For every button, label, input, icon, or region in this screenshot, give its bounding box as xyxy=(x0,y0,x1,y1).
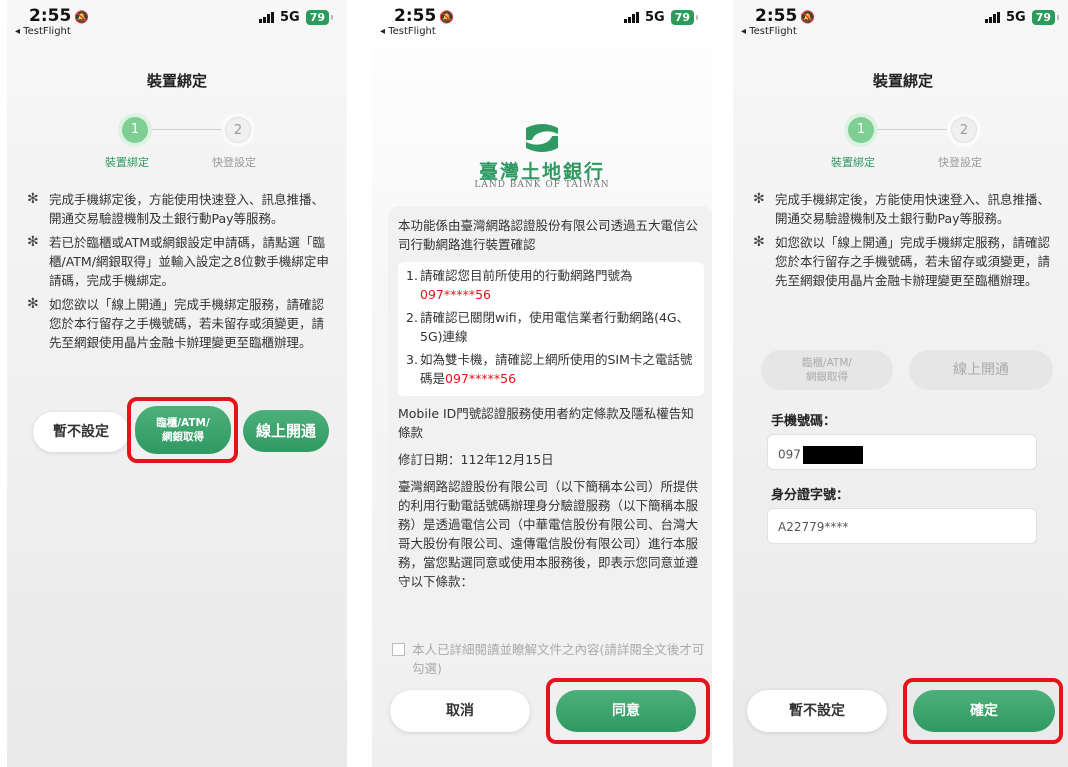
step-1-indicator: 1 xyxy=(848,117,874,143)
bank-name-en: LAND BANK OF TAIWAN xyxy=(474,180,610,190)
silent-icon: 🔕 xyxy=(74,10,90,24)
screen-device-binding: 2:55 🔕 ◂ TestFlight 5G 79 裝置綁定 1 2 裝置綁定 快… xyxy=(7,0,347,767)
battery-icon: 79 xyxy=(670,10,699,25)
status-bar: 2:55 🔕 ◂ TestFlight 5G 79 xyxy=(372,0,712,42)
back-to-testflight-link[interactable]: ◂ TestFlight xyxy=(741,26,797,37)
terms-title: Mobile ID門號認證服務使用者約定條款及隱私權告知條款 xyxy=(398,406,694,440)
skip-button[interactable]: 暫不設定 xyxy=(33,412,129,452)
highlight-box xyxy=(127,397,238,463)
status-time: 2:55 xyxy=(755,6,798,26)
battery-icon: 79 xyxy=(305,10,334,25)
step-1-label: 裝置綁定 xyxy=(831,156,875,169)
silent-icon: 🔕 xyxy=(439,10,455,24)
signal-icon xyxy=(258,12,274,23)
counter-atm-toggle[interactable]: 臨櫃/ATM/ 網銀取得 xyxy=(761,350,893,390)
asterisk-icon: ✻ xyxy=(753,234,765,250)
note-item: ✻ 若已於臨櫃或ATM或網銀設定申請碼，請點選「臨櫃/ATM/網銀取得」並輸入設定… xyxy=(27,234,329,288)
skip-button[interactable]: 暫不設定 xyxy=(747,690,887,732)
note-item: ✻ 如您欲以「線上開通」完成手機綁定服務，請確認您於本行留存之手機號碼，若未留存或… xyxy=(753,234,1051,288)
step-1-label: 裝置綁定 xyxy=(105,156,149,169)
network-label: 5G xyxy=(644,10,665,25)
status-bar: 2:55 🔕 ◂ TestFlight 5G 79 xyxy=(733,0,1068,42)
revised-date: 修訂日期：112年12月15日 xyxy=(398,452,554,467)
check-item: 3. 如為雙卡機，請確認上網所使用的SIM卡之電話號碼是097*****56 xyxy=(406,352,693,386)
signal-icon xyxy=(984,12,1000,23)
agree-checkbox-row[interactable]: 本人已詳細閱讀並瞭解文件之內容(請詳閱全文後才可勾選) xyxy=(392,640,712,678)
online-activation-toggle[interactable]: 線上開通 xyxy=(909,350,1053,390)
notes-list: ✻ 完成手機綁定後，方能使用快速登入、訊息推播、開通交易驗證機制及土銀行動Pay等… xyxy=(751,190,1059,295)
silent-icon: 🔕 xyxy=(800,10,816,24)
id-label: 身分證字號： xyxy=(771,488,850,503)
stepper: 1 2 裝置綁定 快登設定 xyxy=(733,114,1068,174)
check-item: 2. 請確認已關閉wifi，使用電信業者行動網路(4G、5G)連線 xyxy=(406,310,690,344)
confirmation-checklist: 1. 請確認您目前所使用的行動網路門號為 097*****56 2. 請確認已關閉wi… xyxy=(398,262,704,396)
screen-terms: 2:55 🔕 ◂ TestFlight 5G 79 臺灣土地銀行 LAND BAN… xyxy=(372,0,712,767)
network-label: 5G xyxy=(1005,10,1026,25)
phone-label: 手機號碼： xyxy=(771,414,837,429)
highlight-box xyxy=(546,678,710,744)
id-number-input[interactable]: A22779**** xyxy=(767,508,1037,544)
notes-list: ✻ 完成手機綁定後，方能使用快速登入、訊息推播、開通交易驗證機制及土銀行動Pay等… xyxy=(25,190,333,357)
stepper: 1 2 裝置綁定 快登設定 xyxy=(7,114,347,174)
status-time: 2:55 xyxy=(29,6,72,26)
page-title: 裝置綁定 xyxy=(872,72,933,90)
note-item: ✻ 如您欲以「線上開通」完成手機綁定服務，請確認您於本行留存之手機號碼，若未留存或… xyxy=(27,296,325,350)
agree-label: 本人已詳細閱讀並瞭解文件之內容(請詳閱全文後才可勾選) xyxy=(412,642,705,676)
network-label: 5G xyxy=(279,10,300,25)
online-activation-button[interactable]: 線上開通 xyxy=(243,410,329,452)
step-1-indicator: 1 xyxy=(122,117,148,143)
step-2-label: 快登設定 xyxy=(212,156,256,169)
step-2-indicator: 2 xyxy=(951,117,977,143)
back-to-testflight-link[interactable]: ◂ TestFlight xyxy=(380,26,436,37)
step-2-label: 快登設定 xyxy=(938,156,982,169)
asterisk-icon: ✻ xyxy=(27,191,39,207)
redaction-mask xyxy=(802,446,863,464)
note-item: ✻ 完成手機綁定後，方能使用快速登入、訊息推播、開通交易驗證機制及土銀行動Pay等… xyxy=(27,191,325,226)
highlight-box xyxy=(903,678,1063,744)
asterisk-icon: ✻ xyxy=(27,234,39,250)
signal-icon xyxy=(623,12,639,23)
step-connector xyxy=(861,129,951,130)
phone-value: 097 xyxy=(778,447,801,462)
page-title: 裝置綁定 xyxy=(146,72,207,90)
cancel-button[interactable]: 取消 xyxy=(390,690,530,732)
step-connector xyxy=(135,129,225,130)
terms-scroll-area[interactable]: 本功能係由臺灣網路認證股份有限公司透過五大電信公司行動網路進行裝置確認 1. 請確… xyxy=(388,206,712,622)
back-to-testflight-link[interactable]: ◂ TestFlight xyxy=(15,26,71,37)
terms-body: 臺灣網路認證股份有限公司（以下簡稱本公司）所提供的利用行動電話號碼辦理身分驗證服… xyxy=(398,479,699,589)
status-time: 2:55 xyxy=(394,6,437,26)
terms-intro: 本功能係由臺灣網路認證股份有限公司透過五大電信公司行動網路進行裝置確認 xyxy=(398,218,699,252)
note-item: ✻ 完成手機綁定後，方能使用快速登入、訊息推播、開通交易驗證機制及土銀行動Pay等… xyxy=(753,191,1051,226)
agree-checkbox[interactable] xyxy=(392,643,405,656)
screen-online-activation: 2:55 🔕 ◂ TestFlight 5G 79 裝置綁定 1 2 裝置綁定 快… xyxy=(733,0,1068,767)
phone-input[interactable]: 097 xyxy=(767,434,1037,470)
check-item: 1. 請確認您目前所使用的行動網路門號為 097*****56 xyxy=(406,268,633,302)
asterisk-icon: ✻ xyxy=(27,296,39,312)
step-2-indicator: 2 xyxy=(225,117,251,143)
land-bank-logo-icon xyxy=(372,120,712,160)
battery-icon: 79 xyxy=(1031,10,1060,25)
status-bar: 2:55 🔕 ◂ TestFlight 5G 79 xyxy=(7,0,347,42)
asterisk-icon: ✻ xyxy=(753,191,765,207)
